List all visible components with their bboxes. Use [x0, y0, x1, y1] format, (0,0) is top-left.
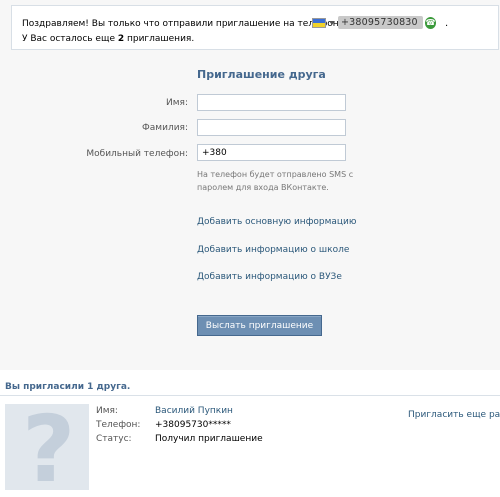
- first-name-label: Имя:: [166, 98, 188, 108]
- last-name-input[interactable]: [197, 119, 346, 136]
- invited-phone-value: +38095730*****: [155, 420, 231, 430]
- add-school-info-link[interactable]: Добавить информацию о школе: [197, 245, 349, 255]
- add-university-info-link[interactable]: Добавить информацию о ВУЗе: [197, 272, 342, 282]
- sms-hint: На телефон будет отправлено SMS с пароле…: [197, 170, 354, 192]
- remaining-invites-text: У Вас осталось еще 2 приглашения.: [22, 34, 194, 44]
- call-icon[interactable]: ☎: [424, 16, 437, 29]
- invite-panel: Поздравляем! Вы только что отправили при…: [0, 0, 500, 370]
- divider: [0, 395, 500, 396]
- chevron-down-icon[interactable]: [328, 20, 335, 25]
- notice-text: Поздравляем! Вы только что отправили при…: [22, 19, 339, 29]
- invited-status-value: Получил приглашение: [155, 434, 263, 444]
- phone-widget[interactable]: +38095730830 ☎: [312, 15, 437, 30]
- phone-label: Мобильный телефон:: [86, 149, 188, 159]
- first-name-input[interactable]: [197, 94, 346, 111]
- invited-status-label: Статус:: [96, 434, 132, 444]
- sent-phone-number: +38095730830: [337, 16, 423, 29]
- reinvite-link[interactable]: Пригласить еще раз: [408, 410, 500, 420]
- ukraine-flag-icon[interactable]: [312, 17, 326, 28]
- invited-name-label: Имя:: [96, 406, 118, 416]
- last-name-label: Фамилия:: [142, 123, 188, 133]
- question-mark-icon: ?: [22, 404, 76, 490]
- remaining-suffix: приглашения.: [124, 34, 195, 44]
- invited-phone-label: Телефон:: [96, 420, 141, 430]
- phone-input[interactable]: [197, 144, 346, 161]
- send-invite-button[interactable]: Выслать приглашение: [197, 315, 322, 336]
- success-notice: Поздравляем! Вы только что отправили при…: [11, 5, 499, 50]
- add-basic-info-link[interactable]: Добавить основную информацию: [197, 217, 356, 227]
- invited-title: Вы пригласили 1 друга.: [5, 382, 131, 392]
- notice-period: .: [445, 18, 449, 29]
- remaining-prefix: У Вас осталось еще: [22, 34, 118, 44]
- invited-name-link[interactable]: Василий Пупкин: [155, 406, 233, 416]
- form-title: Приглашение друга: [197, 68, 326, 81]
- avatar: ?: [5, 404, 89, 490]
